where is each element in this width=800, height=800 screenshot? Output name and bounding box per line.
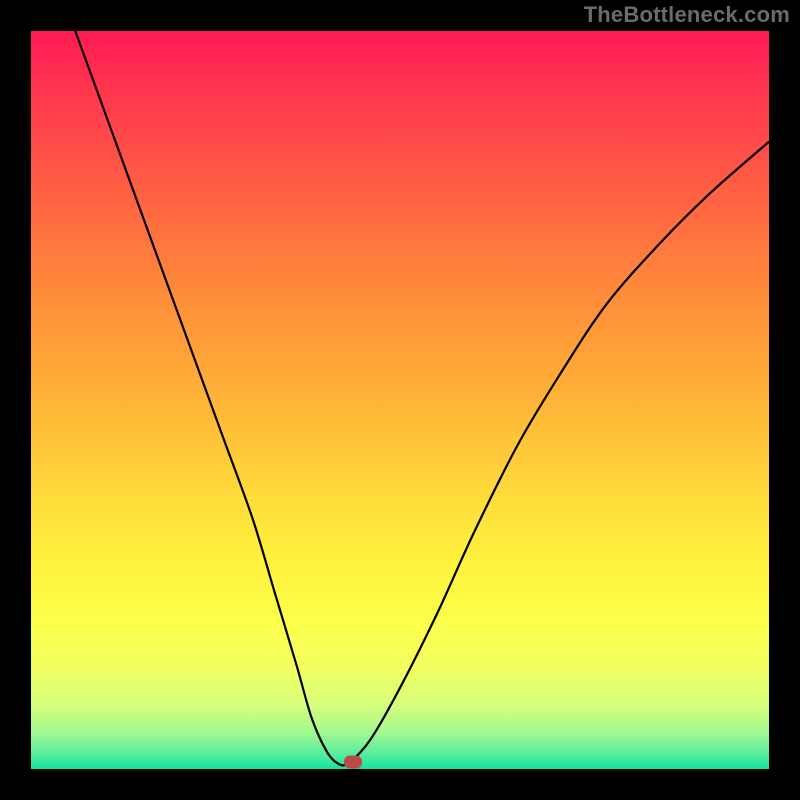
bottleneck-curve xyxy=(75,31,769,765)
curve-svg xyxy=(31,31,769,769)
watermark-text: TheBottleneck.com xyxy=(584,2,790,28)
plot-area xyxy=(31,31,769,769)
optimum-marker xyxy=(344,756,362,769)
chart-frame: TheBottleneck.com xyxy=(0,0,800,800)
